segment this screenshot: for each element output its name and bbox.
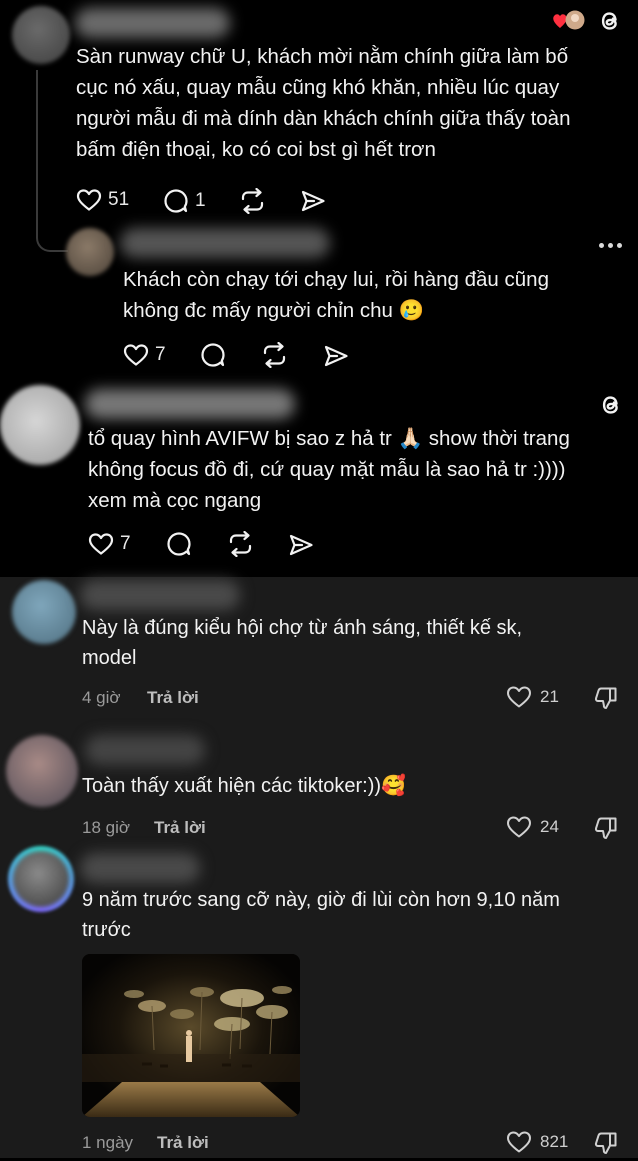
liked-by-badge [551,9,585,31]
share-button[interactable] [300,189,326,213]
avatar[interactable] [12,6,70,64]
comment-image[interactable] [82,954,300,1117]
reply-button[interactable]: Trả lời [157,1133,209,1153]
like-button[interactable]: 24 [506,815,559,839]
threads-logo-icon[interactable] [597,391,625,424]
like-count: 21 [540,687,559,706]
avatar[interactable] [0,385,80,465]
like-count: 821 [540,1132,569,1151]
comment-text: 9 năm trước sang cỡ này, giờ đi lùi còn … [82,889,560,941]
post-text: Sàn runway chữ U, khách mời nằm chính gi… [76,45,571,161]
repost-icon [263,342,286,368]
thread-connector [36,70,68,252]
like-count: 24 [540,817,559,836]
heart-icon [507,686,531,708]
repost-button[interactable] [261,342,288,368]
heart-icon [76,189,102,211]
send-icon [289,534,313,556]
reply-button[interactable]: Trả lời [154,818,206,838]
repost-icon [229,531,252,557]
threads-screenshot: Sàn runway chữ U, khách mời nằm chính gi… [0,0,638,577]
avatar[interactable] [66,228,114,276]
heart-icon [507,1131,531,1153]
blurred-username [120,228,330,258]
heart-icon [507,816,531,838]
comment-icon [167,532,191,556]
comment-count: 1 [195,190,206,211]
heart-icon [88,533,114,555]
dislike-icon[interactable] [593,815,619,846]
like-button[interactable]: 21 [506,685,559,709]
share-button[interactable] [288,533,314,557]
blurred-username [85,389,295,419]
blurred-username [85,735,205,765]
reply-text: Khách còn chạy tới chạy lui, rồi hàng đầ… [123,268,549,322]
share-button[interactable] [323,344,349,368]
comment-button[interactable]: 1 [163,188,206,214]
like-button[interactable]: 7 [88,532,131,556]
reply-button[interactable]: Trả lời [147,688,199,708]
comment-time: 1 ngày [82,1133,134,1152]
repost-icon [241,188,264,214]
dislike-icon[interactable] [593,1130,619,1161]
repost-button[interactable] [227,531,254,557]
send-icon [324,345,348,367]
heart-icon [123,344,149,366]
like-button[interactable]: 821 [506,1130,568,1154]
post-text: tổ quay hình AVIFW bị sao z hả tr 🙏🏻 sho… [88,427,570,512]
comment-icon [201,343,225,367]
like-count: 7 [155,344,166,365]
send-icon [301,190,325,212]
comment-text: Này là đúng kiểu hội chợ từ ánh sáng, th… [82,617,523,669]
blurred-username [75,8,230,38]
avatar[interactable] [12,580,76,644]
comment-time: 4 giờ [82,688,121,707]
more-icon[interactable] [599,243,622,248]
like-button[interactable]: 51 [76,188,129,212]
comment-time: 18 giờ [82,818,131,837]
comment-icon [164,189,188,213]
avatar[interactable] [6,735,78,807]
avatar[interactable] [13,851,69,907]
comment-button[interactable] [166,531,192,557]
like-count: 7 [120,533,131,554]
like-count: 51 [108,189,130,210]
blurred-username [80,580,240,610]
comment-button[interactable] [200,342,226,368]
comment-text: Toàn thấy xuất hiện các tiktoker:))🥰 [82,775,406,797]
dislike-icon[interactable] [593,685,619,716]
like-button[interactable]: 7 [123,343,166,367]
blurred-username [80,853,200,883]
threads-logo-icon[interactable] [596,7,624,40]
repost-button[interactable] [239,188,266,214]
